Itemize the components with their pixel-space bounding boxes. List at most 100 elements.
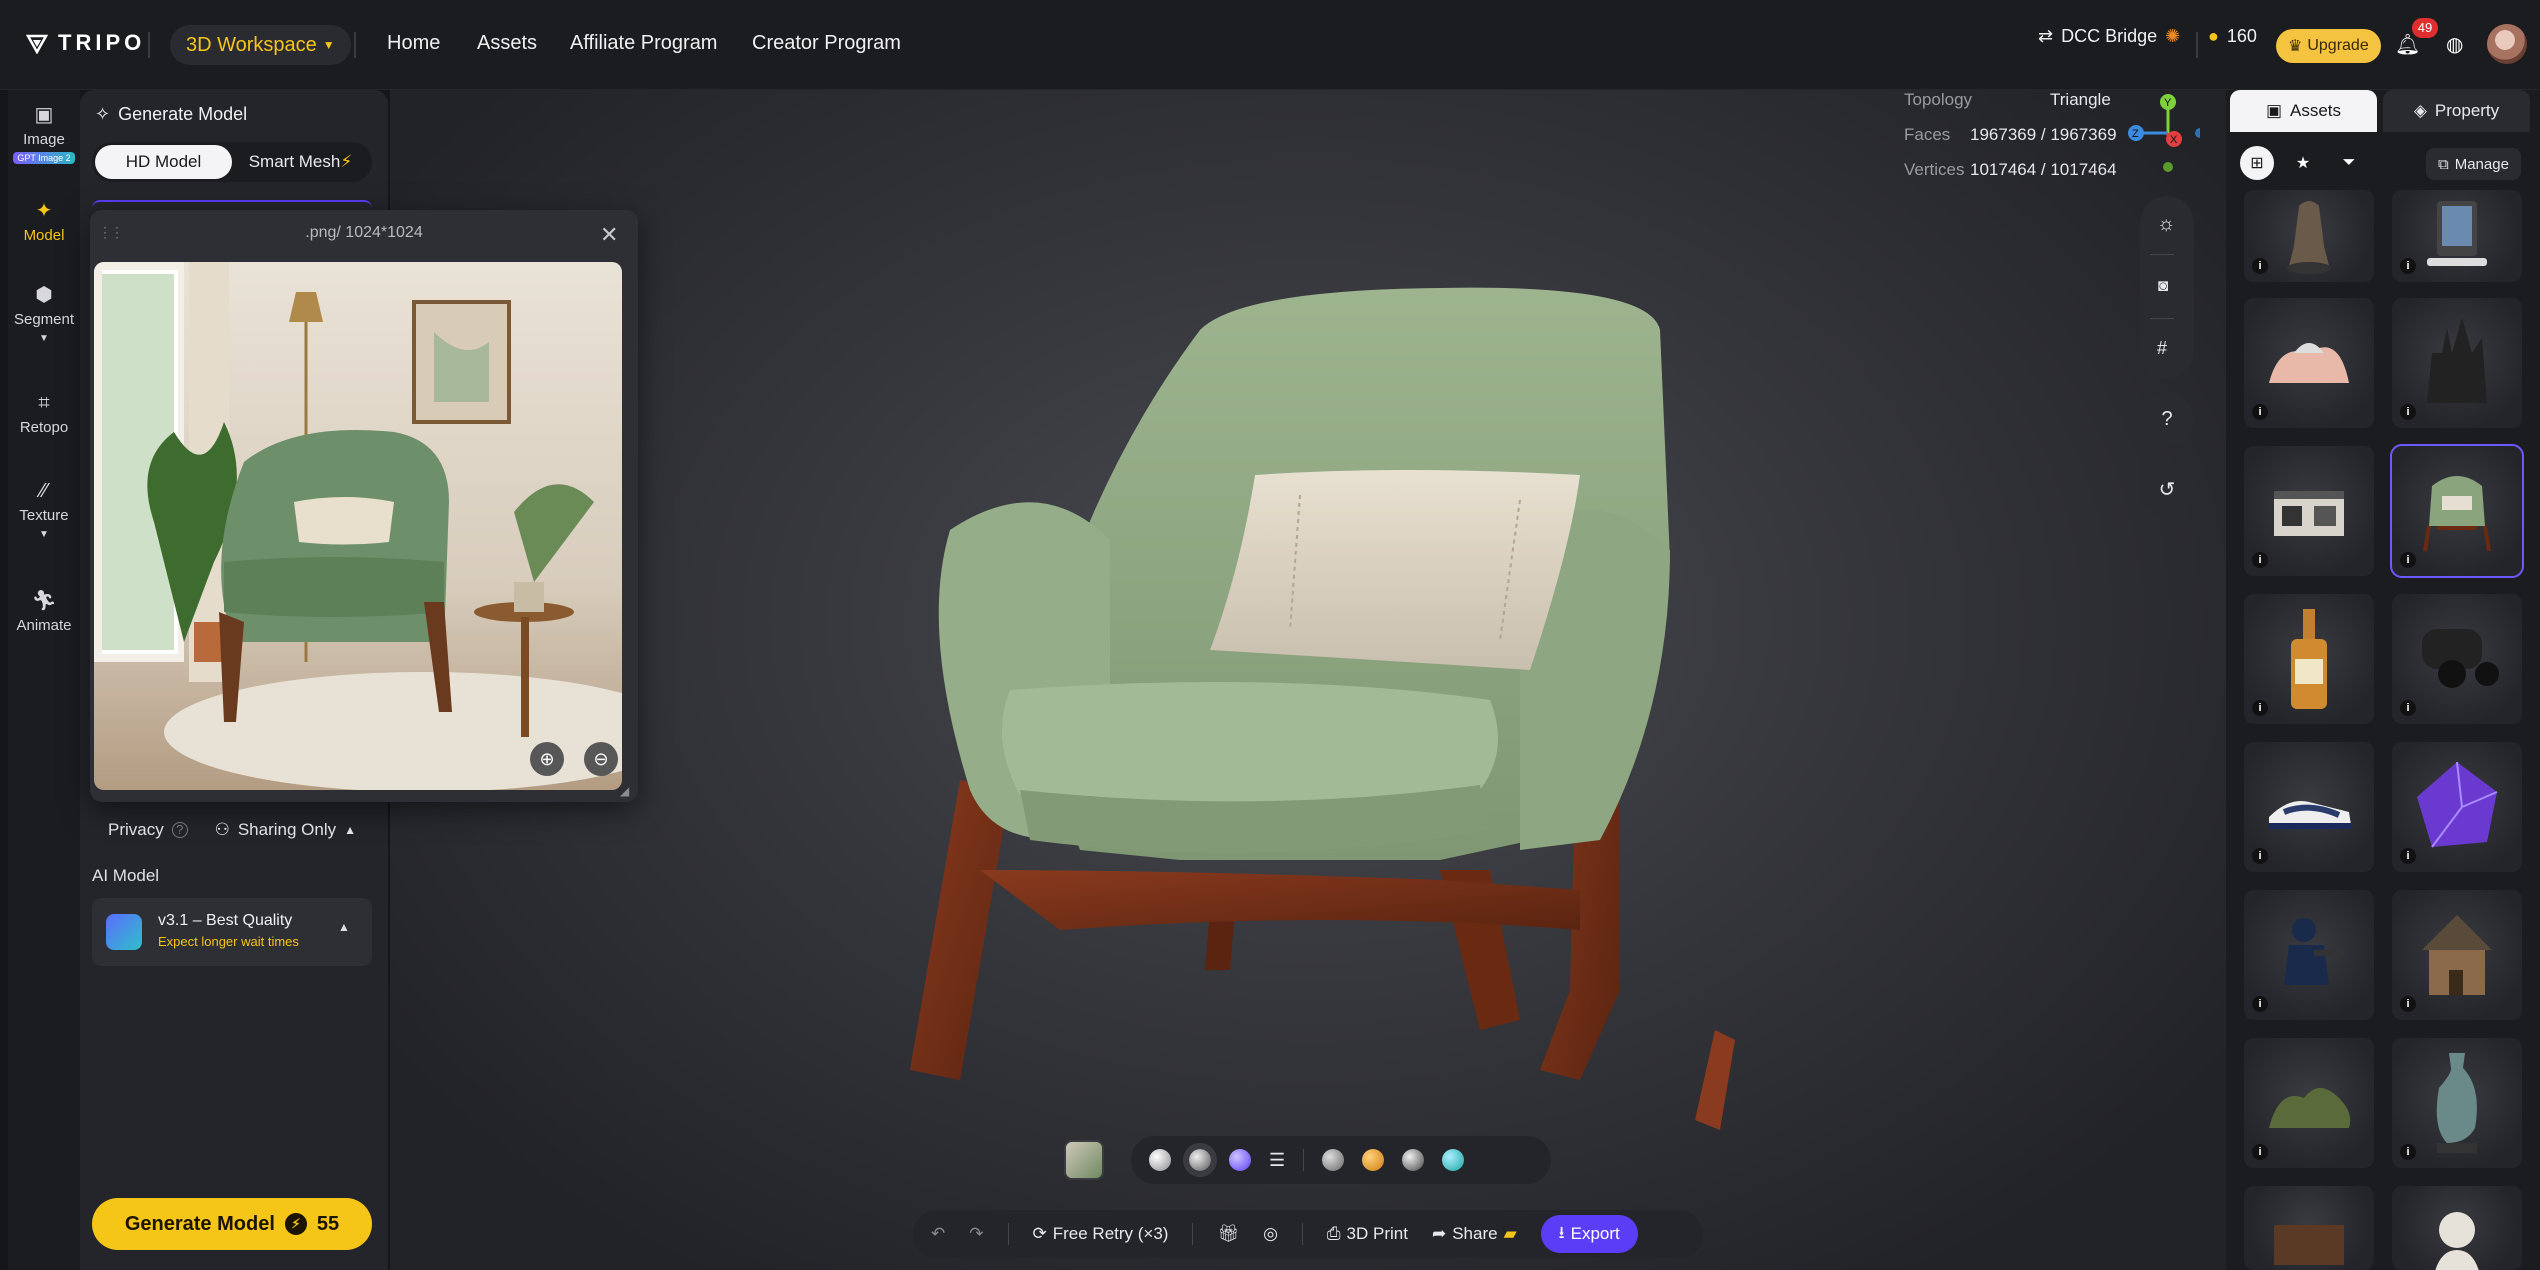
help-button[interactable]: ? bbox=[2140, 392, 2194, 446]
hd-model-tab[interactable]: HD Model bbox=[95, 145, 232, 179]
studio-env-icon[interactable] bbox=[1402, 1149, 1425, 1171]
divider bbox=[2196, 32, 2198, 58]
info-icon[interactable]: i bbox=[2400, 996, 2416, 1012]
info-icon[interactable]: i bbox=[2252, 1144, 2268, 1160]
asset-thumb-house[interactable]: i bbox=[2392, 890, 2522, 1020]
share-nodes-icon: ⚇ bbox=[214, 820, 230, 839]
undo-icon[interactable]: ↶ bbox=[931, 1224, 945, 1244]
retry-icon: ⟳ bbox=[1032, 1224, 1047, 1243]
rail-animate-label: Animate bbox=[16, 617, 72, 634]
credits[interactable]: ● 160 bbox=[2208, 26, 2257, 47]
grey-env-icon[interactable] bbox=[1322, 1149, 1345, 1171]
gift-icon[interactable]: 🎁︎ bbox=[1217, 1224, 1239, 1244]
grid-view-icon[interactable]: ⊞ bbox=[2240, 146, 2274, 180]
asset-thumb-earbuds[interactable]: i bbox=[2392, 594, 2522, 724]
reference-thumbnail[interactable] bbox=[1064, 1140, 1104, 1180]
asset-thumb-bust[interactable] bbox=[2392, 1186, 2522, 1270]
divider bbox=[1192, 1223, 1194, 1245]
rail-texture[interactable]: ⁄⁄ Texture ▼ bbox=[8, 480, 80, 541]
tab-property[interactable]: ◈ Property bbox=[2383, 90, 2530, 132]
asset-thumb-castle[interactable]: i bbox=[2392, 298, 2522, 428]
privacy-dropdown[interactable]: ⚇ Sharing Only ▲ bbox=[215, 820, 356, 840]
cool-env-icon[interactable] bbox=[1442, 1149, 1465, 1171]
close-icon[interactable]: ✕ bbox=[600, 222, 618, 248]
info-icon[interactable]: i bbox=[2252, 258, 2268, 274]
workspace-dropdown[interactable]: 3D Workspace ▼ bbox=[170, 25, 351, 65]
tab-assets[interactable]: ▣ Assets bbox=[2230, 90, 2377, 132]
asset-thumb-sneaker[interactable]: i bbox=[2244, 742, 2374, 872]
right-tabs: ▣ Assets ◈ Property bbox=[2230, 90, 2530, 132]
rail-image[interactable]: ▣ Image GPT Image 2 bbox=[8, 102, 80, 165]
clay-material-icon[interactable] bbox=[1149, 1149, 1171, 1171]
rail-retopo[interactable]: ⌗ Retopo bbox=[8, 392, 80, 436]
zoom-in-icon[interactable]: ⊕ bbox=[530, 742, 564, 776]
smart-mesh-tab[interactable]: Smart Mesh ⚡︎ bbox=[232, 145, 369, 179]
axis-gizmo[interactable]: Y Z X bbox=[2120, 88, 2200, 178]
resize-handle-icon[interactable]: ◢ bbox=[620, 784, 629, 798]
generate-model-button[interactable]: Generate Model ⚡︎ 55 bbox=[92, 1198, 372, 1250]
info-icon[interactable]: i bbox=[2400, 404, 2416, 420]
zoom-out-icon[interactable]: ⊖ bbox=[584, 742, 618, 776]
info-icon[interactable]: i bbox=[2400, 848, 2416, 864]
rail-model[interactable]: ✦ Model bbox=[8, 198, 80, 244]
logo[interactable]: TRIPO bbox=[26, 30, 145, 56]
print-button[interactable]: ⎙ 3D Print bbox=[1327, 1224, 1408, 1244]
rail-animate[interactable]: 🏃︎ Animate bbox=[8, 588, 80, 634]
generate-cost: 55 bbox=[316, 1212, 340, 1235]
camera-icon[interactable]: ◙ bbox=[2158, 276, 2168, 296]
info-icon[interactable]: i bbox=[2252, 996, 2268, 1012]
normal-material-icon[interactable] bbox=[1229, 1149, 1251, 1171]
popup-title: .png/ 1024*1024 bbox=[305, 224, 423, 241]
dcc-bridge-button[interactable]: ⇄ DCC Bridge ✺ bbox=[2038, 26, 2180, 47]
info-icon[interactable]: i bbox=[2400, 700, 2416, 716]
manage-label: Manage bbox=[2454, 155, 2509, 173]
avatar[interactable] bbox=[2487, 24, 2527, 64]
ai-model-name: v3.1 – Best Quality bbox=[158, 912, 293, 929]
chair-model[interactable] bbox=[880, 270, 1820, 1170]
share-button[interactable]: ➦ Share ▰ bbox=[1432, 1224, 1517, 1244]
free-retry-button[interactable]: ⟳ Free Retry (×3) bbox=[1033, 1224, 1169, 1244]
manage-button[interactable]: ⧉ Manage bbox=[2426, 148, 2521, 180]
upgrade-button[interactable]: ♛ Upgrade bbox=[2276, 29, 2381, 63]
reference-image-popup[interactable]: ⋮⋮ .png/ 1024*1024 ✕ ⊕ ⊖ ◢ bbox=[90, 210, 638, 802]
light-icon[interactable]: ☼ bbox=[2157, 213, 2175, 236]
grid-icon[interactable]: # bbox=[2157, 338, 2167, 359]
ai-model-select[interactable]: v3.1 – Best Quality Expect longer wait t… bbox=[92, 898, 372, 966]
asset-thumb-building[interactable]: i bbox=[2244, 446, 2374, 576]
nav-home[interactable]: Home bbox=[387, 32, 440, 55]
info-icon[interactable]: i bbox=[2252, 552, 2268, 568]
nav-creator[interactable]: Creator Program bbox=[752, 32, 901, 55]
asset-thumb-warrior[interactable]: i bbox=[2244, 190, 2374, 282]
asset-thumb-rocks[interactable]: i bbox=[2244, 1038, 2374, 1168]
asset-thumb-chair-selected[interactable]: i bbox=[2390, 444, 2524, 578]
info-icon[interactable]: i bbox=[2252, 404, 2268, 420]
sparkle-icon: ✦ bbox=[35, 200, 53, 222]
shaded-material-icon[interactable] bbox=[1183, 1143, 1217, 1177]
asset-thumb-chest[interactable] bbox=[2244, 1186, 2374, 1270]
history-button[interactable]: ↺ bbox=[2140, 462, 2194, 516]
info-icon[interactable]: i bbox=[2252, 848, 2268, 864]
ar-view-icon[interactable]: ◎ bbox=[1263, 1224, 1278, 1244]
star-icon[interactable]: ★ bbox=[2286, 146, 2320, 180]
info-icon[interactable]: ? bbox=[171, 822, 188, 838]
warm-env-icon[interactable] bbox=[1362, 1149, 1385, 1171]
asset-thumb-soldier[interactable]: i bbox=[2244, 890, 2374, 1020]
asset-thumb-crystal[interactable]: i bbox=[2392, 742, 2522, 872]
asset-thumb-bottle[interactable]: i bbox=[2244, 594, 2374, 724]
nav-affiliate[interactable]: Affiliate Program bbox=[570, 32, 717, 55]
info-icon[interactable]: i bbox=[2400, 552, 2416, 568]
asset-thumb-shells[interactable]: i bbox=[2244, 298, 2374, 428]
export-button[interactable]: ⭳ Export bbox=[1540, 1215, 1638, 1253]
info-icon[interactable]: i bbox=[2400, 1144, 2416, 1160]
rail-segment[interactable]: ⬢ Segment ▼ bbox=[8, 282, 80, 345]
asset-thumb-device[interactable]: i bbox=[2392, 190, 2522, 282]
globe-icon[interactable]: ◍ bbox=[2446, 32, 2463, 57]
nav-assets[interactable]: Assets bbox=[477, 32, 537, 55]
redo-icon[interactable]: ↷ bbox=[969, 1224, 983, 1244]
sliders-icon[interactable]: ☰ bbox=[1269, 1150, 1285, 1171]
asset-thumb-vase[interactable]: i bbox=[2392, 1038, 2522, 1168]
filter-icon[interactable]: ⏷ bbox=[2332, 146, 2366, 180]
mesh-icon: ⌗ bbox=[38, 392, 50, 414]
info-icon[interactable]: i bbox=[2400, 258, 2416, 274]
info-icon[interactable]: i bbox=[2252, 700, 2268, 716]
